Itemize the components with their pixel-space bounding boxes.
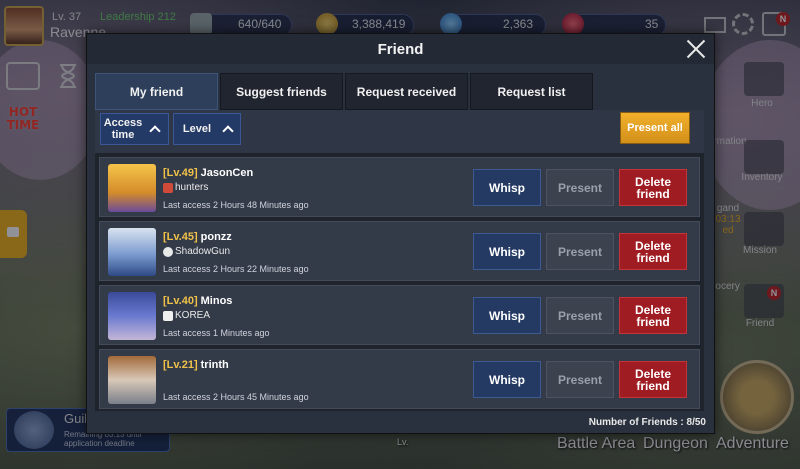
friend-dialog: Friend My friend Suggest friends Request… xyxy=(86,33,715,434)
dialog-header: Friend xyxy=(87,34,714,64)
dialog-title: Friend xyxy=(377,41,424,58)
friend-name: trinth xyxy=(200,359,229,371)
delete-friend-button[interactable]: Delete friend xyxy=(619,361,687,398)
friend-portrait[interactable] xyxy=(108,164,156,212)
delete-friend-button[interactable]: Delete friend xyxy=(619,233,687,270)
sort-level-label: Level xyxy=(182,123,212,135)
friend-guild: KOREA xyxy=(163,310,210,321)
present-button[interactable]: Present xyxy=(546,233,614,270)
whisp-button[interactable]: Whisp xyxy=(473,361,541,398)
tab-my-friend[interactable]: My friend xyxy=(95,73,218,110)
tab-suggest-friends[interactable]: Suggest friends xyxy=(220,73,343,110)
friend-level: [Lv.45] xyxy=(163,231,198,243)
guild-crest-icon xyxy=(163,182,173,193)
whisp-button[interactable]: Whisp xyxy=(473,297,541,334)
present-button[interactable]: Present xyxy=(546,297,614,334)
chevron-up-icon xyxy=(149,125,161,137)
delete-friend-button[interactable]: Delete friend xyxy=(619,297,687,334)
sort-level-button[interactable]: Level xyxy=(173,113,241,145)
friend-last-access: Last access 2 Hours 22 Minutes ago xyxy=(163,264,309,274)
friend-guild: hunters xyxy=(163,182,208,193)
whisp-button[interactable]: Whisp xyxy=(473,233,541,270)
friend-tabs: My friend Suggest friends Request receiv… xyxy=(95,73,593,110)
friend-portrait[interactable] xyxy=(108,228,156,276)
chevron-up-icon xyxy=(222,125,234,137)
friend-level-line: [Lv.40] Minos xyxy=(163,295,232,307)
delete-friend-button[interactable]: Delete friend xyxy=(619,169,687,206)
friend-guild: ShadowGun xyxy=(163,246,230,257)
friend-level-line: [Lv.49] JasonCen xyxy=(163,167,253,179)
present-button[interactable]: Present xyxy=(546,361,614,398)
guild-crest-icon xyxy=(163,246,173,257)
friend-guild-name: hunters xyxy=(175,182,209,193)
sort-access-time-button[interactable]: Access time xyxy=(100,113,169,145)
whisp-button[interactable]: Whisp xyxy=(473,169,541,206)
friend-portrait[interactable] xyxy=(108,356,156,404)
friend-level: [Lv.21] xyxy=(163,359,198,371)
friend-row: [Lv.21] trinth Last access 2 Hours 45 Min… xyxy=(99,349,700,409)
friend-level: [Lv.49] xyxy=(163,167,198,179)
tab-request-received[interactable]: Request received xyxy=(345,73,468,110)
friend-guild-name: KOREA xyxy=(175,310,211,321)
korea-flag-icon xyxy=(163,310,173,321)
present-all-button[interactable]: Present all xyxy=(620,112,690,144)
friend-level-line: [Lv.45] ponzz xyxy=(163,231,232,243)
friend-level-line: [Lv.21] trinth xyxy=(163,359,229,371)
friend-row: [Lv.49] JasonCen hunters Last access 2 Ho… xyxy=(99,157,700,217)
tab-request-list[interactable]: Request list xyxy=(470,73,593,110)
friend-guild-name: ShadowGun xyxy=(175,246,231,257)
friend-list[interactable]: [Lv.49] JasonCen hunters Last access 2 Ho… xyxy=(95,153,704,411)
friend-last-access: Last access 2 Hours 48 Minutes ago xyxy=(163,200,309,210)
friend-name: Minos xyxy=(200,295,233,307)
friend-last-access: Last access 1 Minutes ago xyxy=(163,328,270,338)
friend-count: Number of Friends : 8/50 xyxy=(588,417,706,428)
friend-last-access: Last access 2 Hours 45 Minutes ago xyxy=(163,392,309,402)
close-icon[interactable] xyxy=(686,39,706,59)
present-button[interactable]: Present xyxy=(546,169,614,206)
sort-access-time-label: Access time xyxy=(103,117,143,141)
friend-level: [Lv.40] xyxy=(163,295,198,307)
friend-name: ponzz xyxy=(200,231,232,243)
friend-row: [Lv.40] Minos KOREA Last access 1 Minutes… xyxy=(99,285,700,345)
sort-toolbar: Access time Level Present all xyxy=(95,110,704,153)
friend-name: JasonCen xyxy=(200,167,254,179)
friend-row: [Lv.45] ponzz ShadowGun Last access 2 Hou… xyxy=(99,221,700,281)
friend-portrait[interactable] xyxy=(108,292,156,340)
